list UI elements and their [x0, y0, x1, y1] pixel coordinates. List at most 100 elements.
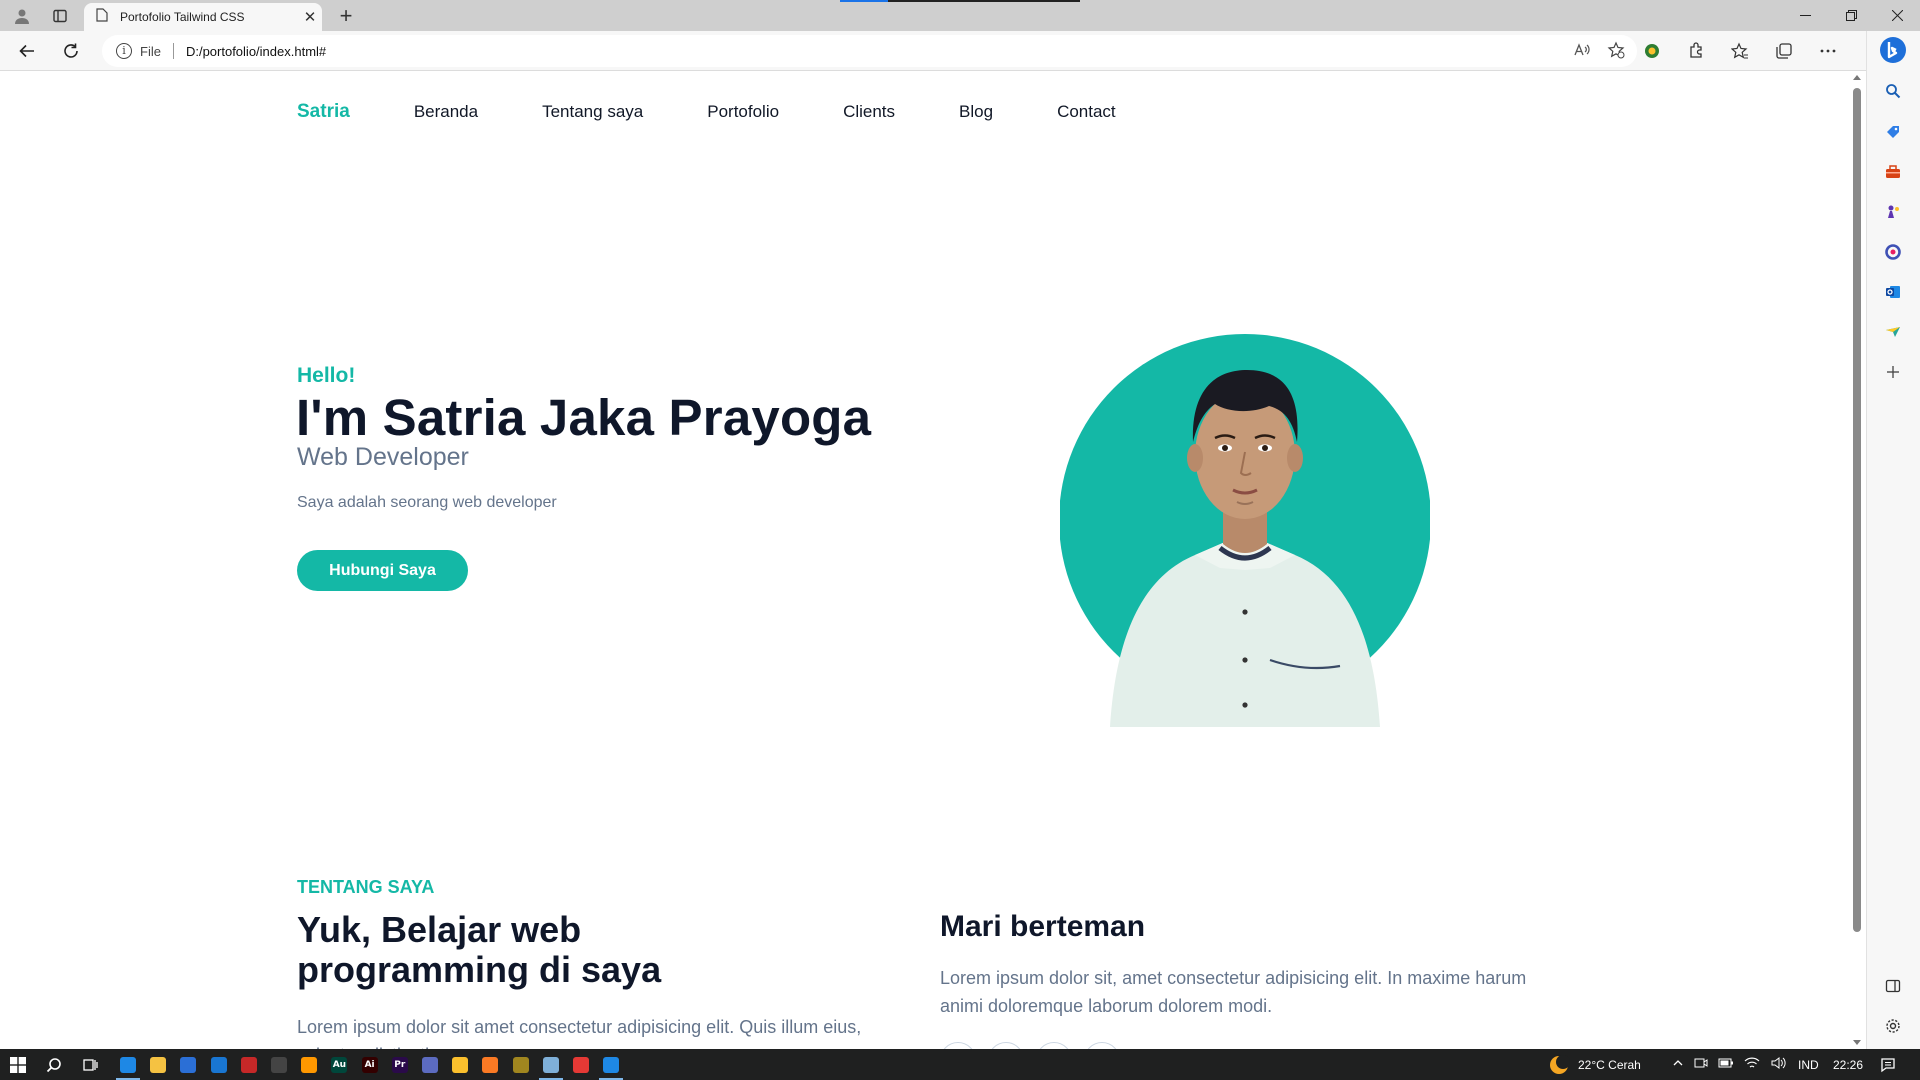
hero-name: I'm Satria Jaka Prayoga [296, 389, 872, 446]
collections-icon[interactable] [1762, 35, 1806, 67]
minimize-button[interactable] [1782, 0, 1828, 31]
show-hidden-icons-icon[interactable] [1672, 1057, 1684, 1072]
settings-gear-icon[interactable] [1878, 1011, 1908, 1041]
contact-me-button[interactable]: Hubungi Saya [297, 550, 468, 591]
volume-icon[interactable] [1770, 1056, 1786, 1073]
hero-greeting: Hello! [297, 364, 356, 387]
nav-link-contact[interactable]: Contact [1057, 102, 1116, 122]
weather-moon-icon [1550, 1054, 1570, 1074]
media-app-icon [422, 1056, 438, 1073]
social-link-twitter[interactable] [1036, 1042, 1072, 1049]
nav-link-blog[interactable]: Blog [959, 102, 993, 122]
wifi-icon[interactable] [1744, 1056, 1760, 1073]
audition-icon: Au [331, 1056, 348, 1073]
weather-text: 22°C Cerah [1578, 1057, 1641, 1072]
file-explorer-icon [150, 1056, 167, 1073]
bing-chat-icon[interactable] [1878, 35, 1908, 65]
site-info-icon[interactable]: i [116, 43, 132, 59]
add-favorite-icon[interactable] [1607, 41, 1625, 64]
close-window-button[interactable] [1874, 0, 1920, 31]
hide-sidebar-icon[interactable] [1878, 971, 1908, 1001]
vscode-icon [603, 1056, 620, 1073]
read-aloud-icon[interactable] [1573, 41, 1591, 64]
profile-photo [1055, 330, 1435, 727]
start-button[interactable] [0, 1049, 36, 1080]
nav-link-portofolio[interactable]: Portofolio [707, 102, 779, 122]
games-icon[interactable] [1878, 197, 1908, 227]
about-section-title: Yuk, Belajar web programming di saya [297, 909, 662, 990]
site-navbar: Satria Beranda Tentang saya Portofolio C… [297, 101, 1180, 123]
friend-section-title: Mari berteman [940, 910, 1146, 943]
nav-link-clients[interactable]: Clients [843, 102, 895, 122]
task-view-icon[interactable] [72, 1049, 108, 1080]
hero-role: Web Developer [297, 443, 469, 471]
taskbar-search-icon[interactable] [36, 1049, 72, 1080]
address-url[interactable]: D:/portofolio/index.html# [186, 44, 326, 59]
store-icon [180, 1056, 197, 1073]
scroll-down-icon[interactable] [1853, 1040, 1861, 1045]
web-page: Satria Beranda Tentang saya Portofolio C… [0, 71, 1848, 1049]
extension-vpn-icon[interactable] [1630, 35, 1674, 67]
tab-title: Portofolio Tailwind CSS [120, 10, 245, 24]
edge-icon [120, 1056, 136, 1073]
notepad-icon [542, 1056, 559, 1073]
loading-indicator [840, 0, 1080, 2]
chrome-icon [573, 1056, 589, 1073]
friend-section-text: Lorem ipsum dolor sit, amet consectetur … [940, 968, 1527, 1016]
tab-actions-icon[interactable] [40, 0, 80, 31]
browser-tab-strip: Portofolio Tailwind CSS ✕ + [0, 0, 1920, 31]
input-language[interactable]: IND [1798, 1049, 1819, 1080]
browser-toolbar: i File D:/portofolio/index.html# [0, 31, 1920, 71]
social-link-youtube[interactable] [940, 1042, 976, 1049]
address-scheme: File [140, 43, 161, 59]
more-menu-icon[interactable] [1806, 35, 1850, 67]
about-section-label: TENTANG SAYA [297, 877, 435, 897]
address-bar[interactable]: i File D:/portofolio/index.html# [102, 35, 1637, 67]
meet-now-icon[interactable] [1694, 1056, 1708, 1073]
premiere-icon: Pr [391, 1056, 408, 1073]
scroll-up-icon[interactable] [1853, 75, 1861, 80]
social-link-linkedin[interactable] [1084, 1042, 1120, 1049]
site-brand[interactable]: Satria [297, 101, 350, 123]
close-tab-icon[interactable]: ✕ [298, 8, 322, 26]
restore-button[interactable] [1828, 0, 1874, 31]
drop-icon[interactable] [1878, 317, 1908, 347]
microsoft-365-icon[interactable] [1878, 237, 1908, 267]
mail-icon [210, 1056, 227, 1073]
taskbar-app-vscode[interactable] [593, 1049, 629, 1080]
sticky-notes-icon [452, 1056, 469, 1073]
hero-description: Saya adalah seorang web developer [297, 494, 557, 511]
new-tab-button[interactable]: + [328, 0, 364, 31]
weather-widget[interactable]: 22°C Cerah [1548, 1049, 1641, 1080]
battery-icon[interactable] [1718, 1057, 1734, 1072]
shopping-icon[interactable] [1878, 117, 1908, 147]
unity-icon [271, 1056, 287, 1073]
browser-sidebar [1866, 31, 1920, 1049]
social-links [940, 1042, 1120, 1049]
xampp-icon [482, 1056, 499, 1073]
nav-link-beranda[interactable]: Beranda [414, 102, 478, 122]
outlook-icon[interactable] [1878, 277, 1908, 307]
search-icon[interactable] [1878, 76, 1908, 106]
address-divider [172, 43, 174, 59]
extensions-icon[interactable] [1674, 35, 1718, 67]
git-app-icon [512, 1056, 529, 1073]
page-scrollbar[interactable] [1848, 71, 1866, 1049]
profile-icon[interactable] [2, 0, 42, 31]
favorites-icon[interactable] [1718, 35, 1762, 67]
page-icon [96, 7, 108, 27]
illustrator-icon: Ai [361, 1056, 378, 1073]
notifications-icon[interactable] [1880, 1049, 1896, 1080]
active-tab[interactable]: Portofolio Tailwind CSS ✕ [84, 3, 322, 31]
social-link-instagram[interactable] [988, 1042, 1024, 1049]
clock[interactable]: 22:26 [1833, 1049, 1863, 1080]
nav-link-tentang-saya[interactable]: Tentang saya [542, 102, 643, 122]
add-sidebar-app-icon[interactable] [1878, 357, 1908, 387]
about-section-text: Lorem ipsum dolor sit amet consectetur a… [297, 1017, 862, 1049]
refresh-icon[interactable] [54, 35, 88, 67]
vector-app-icon [240, 1056, 257, 1073]
windows-taskbar: Au Ai Pr 22°C Cerah IND 22:26 [0, 1049, 1920, 1080]
scrollbar-thumb[interactable] [1853, 88, 1861, 932]
tools-icon[interactable] [1878, 157, 1908, 187]
back-icon[interactable] [10, 35, 44, 67]
